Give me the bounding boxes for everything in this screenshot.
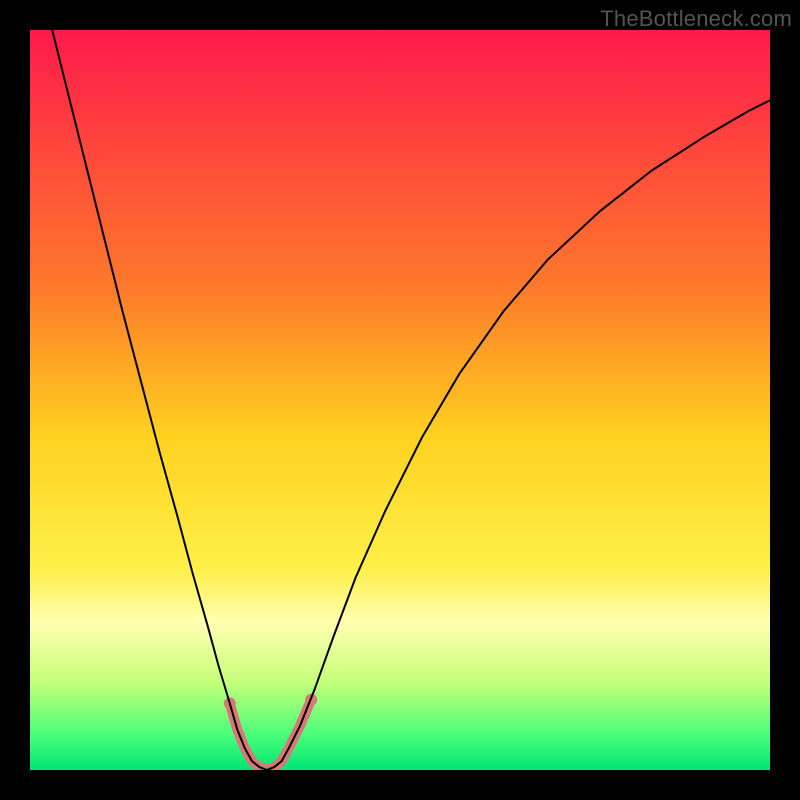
bottleneck-chart xyxy=(30,30,770,770)
gradient-background xyxy=(30,30,770,770)
chart-frame: TheBottleneck.com xyxy=(0,0,800,800)
watermark-text: TheBottleneck.com xyxy=(600,6,792,32)
plot-area xyxy=(30,30,770,770)
